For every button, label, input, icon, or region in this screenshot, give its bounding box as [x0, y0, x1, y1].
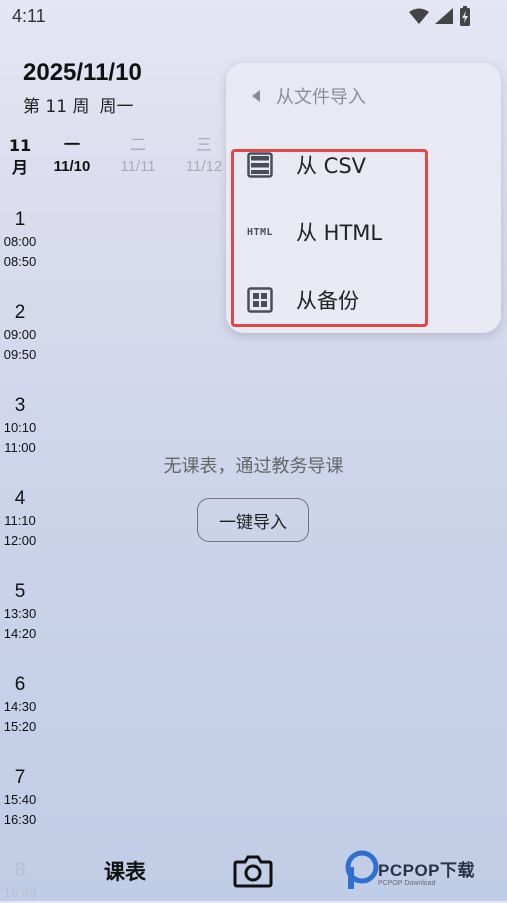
period-number: 7	[14, 767, 26, 788]
period-number: 6	[14, 674, 26, 695]
month-number: 11	[8, 136, 32, 155]
period-end: 14:20	[3, 626, 37, 641]
day-date: 11/11	[120, 158, 156, 175]
period-start: 10:10	[3, 420, 37, 435]
day-date: 11/10	[53, 158, 91, 175]
pcpop-logo-icon	[345, 850, 379, 889]
menu-item-label: 从备份	[296, 289, 359, 313]
period-number: 3	[14, 395, 26, 416]
period-start: 08:00	[3, 234, 37, 249]
period-end: 12:00	[3, 533, 37, 548]
period-slot: 5 13:30 14:20	[0, 580, 40, 644]
day-column-header[interactable]: 二 11/11	[108, 135, 168, 179]
period-number: 5	[14, 581, 26, 602]
current-date: 2025/11/10	[23, 59, 142, 86]
html-icon-text: HTML	[246, 226, 274, 238]
period-start: 15:40	[3, 792, 37, 807]
period-slot: 6 14:30 15:20	[0, 673, 40, 737]
week-number: 第 11 周	[23, 97, 90, 117]
period-slot: 1 08:00 08:50	[0, 208, 40, 272]
status-time: 4:11	[12, 6, 46, 26]
menu-item-from-backup[interactable]: 从备份	[226, 272, 501, 328]
schedule-tab[interactable]: 课表	[104, 856, 146, 886]
month-label: 11 月	[0, 135, 40, 179]
period-slot: 3 10:10 11:00	[0, 394, 40, 458]
menu-item-from-csv[interactable]: 从 CSV	[226, 137, 501, 193]
period-start: 09:00	[3, 327, 37, 342]
status-icons	[409, 6, 471, 26]
signal-icon	[435, 8, 453, 24]
day-name: 三	[195, 135, 212, 154]
period-start: 14:30	[3, 699, 37, 714]
day-name: 一	[63, 135, 80, 154]
watermark-brand: PCPOP下载	[378, 861, 476, 880]
empty-schedule-message: 无课表，通过教务导课	[163, 456, 344, 477]
menu-item-label: 从 HTML	[296, 221, 383, 245]
one-click-import-button[interactable]: 一键导入	[197, 498, 309, 542]
period-end: 09:50	[3, 347, 37, 362]
period-slot: 2 09:00 09:50	[0, 301, 40, 365]
bottom-nav: 课表 PCPOP下载 PCPOP Download	[0, 840, 507, 901]
import-submenu: 从文件导入 从 CSV HTML 从 HTML 从备份	[226, 63, 501, 333]
submenu-back-header[interactable]: 从文件导入	[244, 83, 366, 109]
battery-charging-icon	[460, 6, 470, 26]
backup-grid-icon	[242, 286, 278, 314]
period-end: 16:30	[3, 812, 37, 827]
day-column-header[interactable]: 一 11/10	[42, 135, 102, 179]
status-bar: 4:11	[0, 0, 507, 34]
html-icon: HTML	[242, 218, 278, 246]
period-slot: 7 15:40 16:30	[0, 766, 40, 830]
day-date: 11/12	[185, 158, 223, 175]
chevron-left-icon	[252, 90, 260, 102]
month-unit: 月	[11, 158, 28, 177]
camera-icon[interactable]	[233, 853, 273, 889]
period-number: 1	[14, 209, 26, 230]
menu-item-label: 从 CSV	[296, 154, 367, 178]
week-info: 第 11 周周一	[23, 92, 133, 117]
watermark-sub: PCPOP Download	[378, 880, 436, 887]
wifi-icon	[409, 8, 429, 24]
period-slot: 4 11:10 12:00	[0, 487, 40, 551]
menu-item-from-html[interactable]: HTML 从 HTML	[226, 204, 501, 260]
period-start: 11:10	[4, 513, 36, 528]
submenu-title: 从文件导入	[276, 87, 366, 108]
period-end: 15:20	[3, 719, 37, 734]
csv-table-icon	[242, 151, 278, 179]
period-number: 4	[14, 488, 26, 509]
period-number: 2	[14, 302, 26, 323]
period-start: 13:30	[3, 606, 37, 621]
day-column-header[interactable]: 三 11/12	[174, 135, 234, 179]
period-end: 08:50	[3, 254, 37, 269]
weekday: 周一	[99, 97, 134, 117]
day-name: 二	[129, 135, 146, 154]
watermark: PCPOP下载 PCPOP Download	[378, 856, 475, 887]
